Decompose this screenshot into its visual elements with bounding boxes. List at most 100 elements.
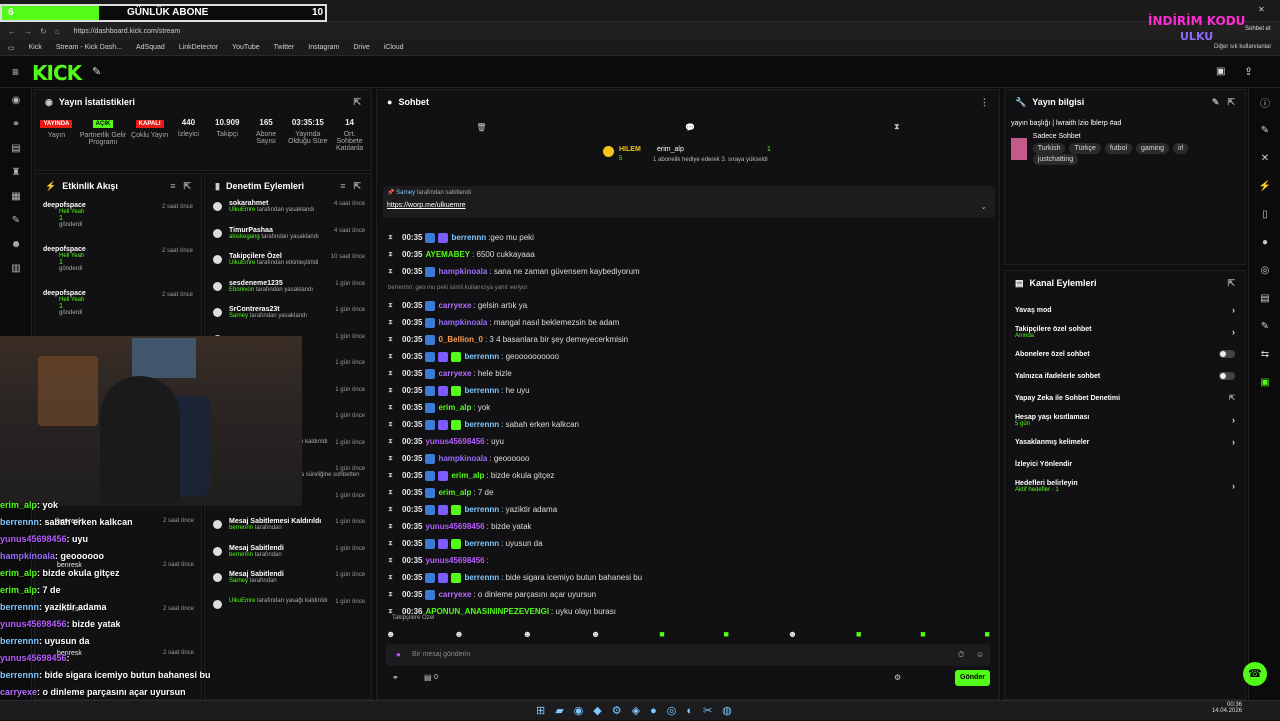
broadcast-icon[interactable]: ◎ [1249, 256, 1280, 284]
moderation-item[interactable]: Takipçilere Özel UlkuEmre tarafından etki… [205, 251, 371, 278]
forward-icon[interactable]: → [24, 27, 32, 36]
emote-icon[interactable]: ■ [723, 629, 728, 639]
bookmark-item[interactable]: AdSquad [136, 44, 165, 51]
folder-icon[interactable]: ▰ [555, 704, 563, 717]
add-widget-icon[interactable]: ▣ [1249, 368, 1280, 396]
url-field[interactable]: https://dashboard.kick.com/stream [74, 28, 181, 35]
chat-message[interactable]: ⧗ 00:35 carryexe: gelsin artık ya [382, 297, 994, 314]
link-icon[interactable]: ⚭ [0, 112, 32, 136]
emote-icon[interactable]: ☻ [788, 629, 797, 639]
timer-icon[interactable]: ⏱ [958, 650, 964, 660]
chat-message[interactable]: ⧗ 00:35 berrennn: geoooooooooo [382, 348, 994, 365]
emote-icon[interactable]: ☻ [386, 629, 395, 639]
chat-message[interactable]: ⧗ 00:35 erim_alp: bizde okula gitçez [382, 467, 994, 484]
help-bubble-icon[interactable]: ☎ [1243, 662, 1267, 686]
trash-icon[interactable]: 🗑 [476, 123, 486, 132]
channel-action[interactable]: Abonelere özel sohbet [1005, 343, 1245, 365]
chat-message[interactable]: ⧗ 00:35 carryexe: hele bizle [382, 365, 994, 382]
browser-icon[interactable]: ◉ [574, 704, 584, 717]
chevron-down-icon[interactable]: ⌄ [980, 202, 987, 211]
channel-action[interactable]: Yasaklanmış kelimeler › [1005, 431, 1245, 453]
pin-icon[interactable]: ✎ [92, 65, 101, 78]
moderation-item[interactable]: TimurPashaa aloskegang tarafından yasakla… [205, 225, 371, 252]
emote-icon[interactable]: ☻ [454, 629, 463, 639]
toggle-switch[interactable] [1219, 372, 1235, 380]
bookmark-item[interactable]: Instagram [308, 44, 339, 51]
channel-action[interactable]: Yalnızca ifadelerle sohbet [1005, 365, 1245, 387]
chat-message[interactable]: ⧗ 00:35 berrennn: geo mu peki [382, 229, 994, 246]
back-icon[interactable]: ← [8, 27, 16, 36]
pinned-message[interactable]: 📌 Sarney tarafından sabitlendi https://w… [383, 186, 995, 218]
app-icon[interactable]: ◈ [632, 704, 640, 717]
chat-message[interactable]: ⧗ 00:35 berrennn: sabah erken kalkcan [382, 416, 994, 433]
bookmark-item[interactable]: Stream - Kick Dash... [56, 44, 122, 51]
chat-message[interactable]: ⧗ 00:35 hampkinoala: sana ne zaman güvense… [382, 263, 994, 280]
content-icon[interactable]: ▤ [0, 136, 32, 160]
chat-message[interactable]: ⧗ 00:35 0_Bellion_0: 3 4 basanlara bir şey… [382, 331, 994, 348]
tools-icon[interactable]: ✎ [0, 208, 32, 232]
chat-message[interactable]: ⧗ 00:35 berrennn: he uyu [382, 382, 994, 399]
chat-message[interactable]: ⧗ 00:35 berrennn: bide sigara icemiyo butu… [382, 569, 994, 586]
bookmark-item[interactable]: iCloud [384, 44, 404, 51]
trophy-icon[interactable]: ♜ [0, 160, 32, 184]
emote-icon[interactable]: ■ [856, 629, 861, 639]
edit-icon[interactable]: ✎ [1212, 97, 1220, 108]
bookmark-item[interactable]: LinkDetector [179, 44, 218, 51]
wrench-icon[interactable]: ✎ [1249, 312, 1280, 340]
channel-action[interactable]: İzleyici Yönlendir [1005, 453, 1245, 475]
whatsapp-icon[interactable]: ◐ [686, 705, 693, 717]
spotify-icon[interactable]: ◎ [667, 704, 677, 717]
moderation-item[interactable]: sesdeneme1235 Ebonivon tarafından yasakla… [205, 278, 371, 305]
wallet-icon[interactable]: ▥ [0, 256, 32, 280]
emote-icon[interactable]: ■ [920, 629, 925, 639]
channel-action[interactable]: Yapay Zeka ile Sohbet Denetimi ⇱ [1005, 387, 1245, 409]
bubble-icon[interactable]: 💬 [685, 123, 695, 132]
emote-icon[interactable]: ☻ [591, 629, 600, 639]
camera-icon[interactable]: ▣ [1216, 66, 1225, 77]
steam-icon[interactable]: ⚙ [612, 704, 622, 717]
home-icon[interactable]: ⌂ [55, 27, 60, 36]
media-icon[interactable]: ▦ [0, 184, 32, 208]
community-icon[interactable]: ☻ [0, 232, 32, 256]
points-icon[interactable]: ▤ [424, 673, 432, 682]
chat-icon[interactable]: ● [1249, 228, 1280, 256]
popout-icon[interactable]: ⇱ [353, 181, 361, 192]
chat-message[interactable]: ⧗ 00:35 carryexe: o dinleme parçasını açar… [382, 586, 994, 603]
doc-icon[interactable]: ▯ [1249, 200, 1280, 228]
popout-icon[interactable]: ⇱ [1227, 278, 1235, 289]
windows-start-icon[interactable]: ⊞ [536, 704, 545, 717]
chat-input[interactable]: ● Bir mesaj gönderin ⏱ ☺ [386, 644, 990, 666]
emote-icon[interactable]: ■ [984, 629, 989, 639]
send-button[interactable]: Gönder [955, 670, 990, 686]
kick-logo[interactable]: KICK [32, 61, 82, 85]
sohbet-et-button[interactable]: Sohbet et [1245, 26, 1271, 32]
popout-icon[interactable]: ⇱ [353, 97, 361, 108]
info-icon[interactable]: ⓘ [1249, 88, 1280, 116]
popout-icon[interactable]: ⇱ [183, 181, 191, 192]
chat-message[interactable]: ⧗ 00:35 hampkinoala: mangal nasıl beklemez… [382, 314, 994, 331]
more-icon[interactable]: ⋮ [980, 97, 989, 108]
chat-message[interactable]: ⧗ 00:35 yunus45698456: [382, 552, 994, 569]
chat-message[interactable]: ⧗ 00:35 yunus45698456: uyu [382, 433, 994, 450]
chat-message[interactable]: ⧗ 00:35 AYEMABEY: 6500 cukkayaaa [382, 246, 994, 263]
bolt-icon[interactable]: ⚡ [1249, 172, 1280, 200]
chat-message[interactable]: ⧗ 00:35 berrennn: yaziktir adama [382, 501, 994, 518]
chat-message[interactable]: ⧗ 00:35 erim_alp: 7 de [382, 484, 994, 501]
menu-icon[interactable]: ≡ [12, 65, 19, 79]
popout-icon[interactable]: ⇱ [1227, 97, 1235, 108]
chat-settings-icon[interactable]: ⚙ [894, 673, 901, 682]
reload-icon[interactable]: ↻ [40, 27, 47, 36]
chat-message[interactable]: ⧗ 00:35 erim_alp: yok [382, 399, 994, 416]
channel-action[interactable]: Hesap yaşı kısıtlaması 5 gün › [1005, 409, 1245, 431]
toggle-switch[interactable] [1219, 350, 1235, 358]
link-icon[interactable]: ⚭ [392, 673, 399, 682]
other-bookmarks[interactable]: Diğer sık kullanılanlar [1214, 44, 1271, 50]
bookmark-item[interactable]: YouTube [232, 44, 260, 51]
mic-icon[interactable]: ● [396, 650, 401, 659]
event-item[interactable]: deepofspace 2 saat önce Hell Yeah 1 gönderdi [35, 242, 201, 286]
emote-icon[interactable]: ☻ [523, 629, 532, 639]
channel-action[interactable]: Takipçilere özel sohbet Anında › [1005, 321, 1245, 343]
event-item[interactable]: deepofspace 2 saat önce Hell Yeah 1 gönderdi [35, 198, 201, 242]
export-icon[interactable]: ⇪ [1244, 65, 1253, 78]
discord-icon[interactable]: ● [650, 705, 657, 717]
